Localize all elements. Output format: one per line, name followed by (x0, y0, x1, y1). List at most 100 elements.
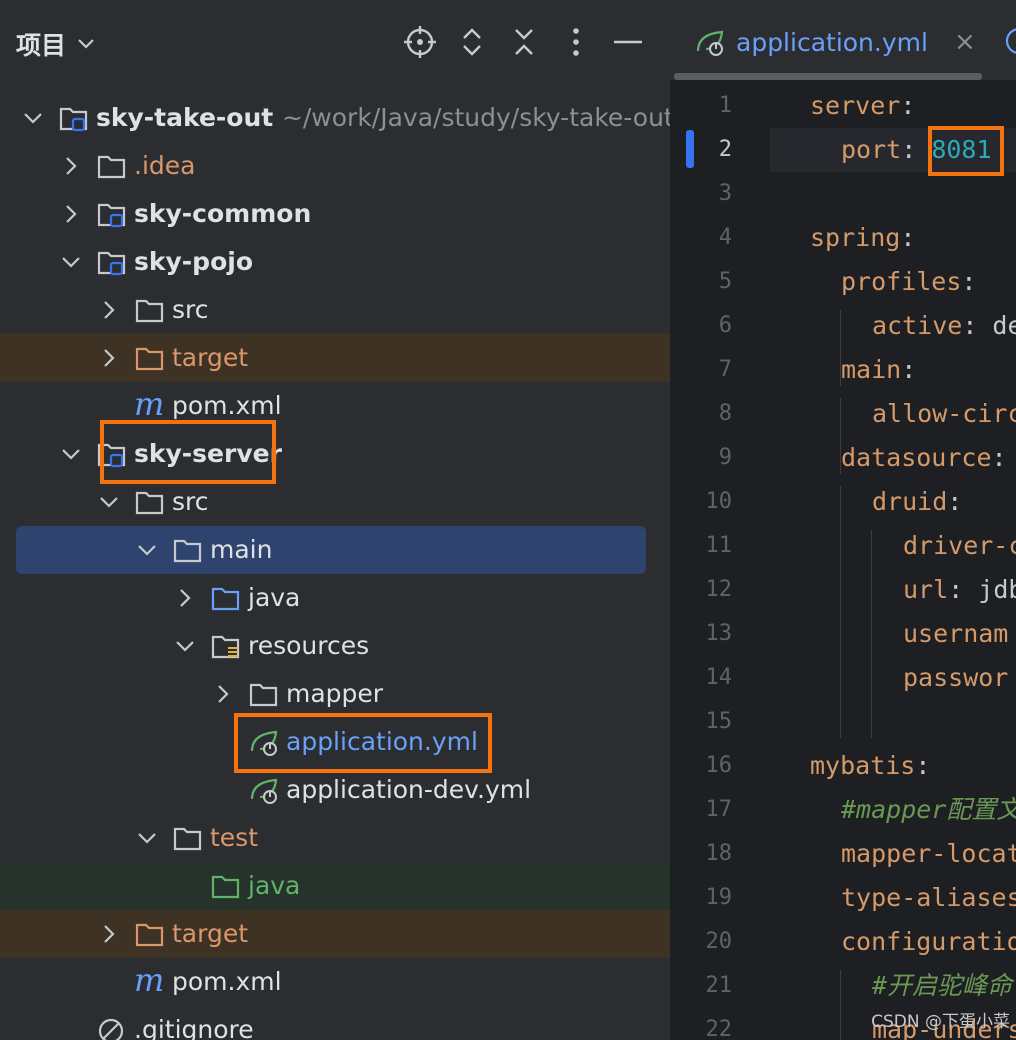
chevron-right-icon[interactable] (96, 920, 122, 948)
code-line[interactable]: spring: (810, 216, 915, 260)
chevron-down-icon[interactable] (20, 104, 46, 132)
chevron-down-icon[interactable] (58, 248, 84, 276)
tree-label: application-dev.yml (286, 775, 532, 804)
code-line[interactable]: url: jdb (903, 568, 1016, 612)
annotation-highlight-box (928, 126, 1004, 176)
chevron-down-icon[interactable] (58, 440, 84, 468)
code-line[interactable]: #mapper配置文 (841, 788, 1016, 832)
chevron-right-icon[interactable] (210, 680, 236, 708)
folder-icon (248, 679, 280, 709)
ignore-file-icon (96, 1015, 128, 1040)
editor-tab-bar: application.yml × (670, 0, 1016, 80)
code-line[interactable]: configuratio (841, 920, 1016, 964)
tree-row-pom-xml[interactable]: m pom.xml (0, 958, 670, 1006)
chevron-right-icon[interactable] (96, 296, 122, 324)
yaml-separator: : (900, 223, 916, 252)
tree-row-resources[interactable]: resources (0, 622, 670, 670)
code-line[interactable]: active: de (872, 304, 1016, 348)
tree-row-target[interactable]: target (0, 334, 670, 382)
tree-label: src (172, 487, 209, 516)
project-path-hint: ~/work/Java/study/sky-take-out (281, 103, 670, 132)
tree-row-java[interactable]: java (0, 574, 670, 622)
chevron-down-icon[interactable] (96, 488, 122, 516)
spring-config-icon (696, 30, 724, 56)
module-folder-icon (96, 199, 128, 229)
code-line[interactable]: passwor (903, 656, 1008, 700)
close-icon[interactable]: × (954, 27, 976, 57)
yaml-separator: : (915, 751, 931, 780)
tab-application-yml[interactable]: application.yml × (694, 22, 976, 62)
code-line[interactable]: profiles: (841, 260, 976, 304)
tree-row-application-dev-yml[interactable]: application-dev.yml (0, 766, 670, 814)
code-line[interactable]: allow-circ (872, 392, 1016, 436)
tree-label: pom.xml (172, 967, 282, 996)
next-tab-icon[interactable] (1004, 26, 1016, 56)
tree-label: java (248, 583, 301, 612)
code-line[interactable]: druid: (872, 480, 962, 524)
code-line[interactable]: server: (810, 84, 915, 128)
expand-collapse-icon[interactable] (454, 24, 490, 60)
tree-row-test-java[interactable]: java (0, 862, 670, 910)
code-line[interactable]: main: (841, 348, 916, 392)
chevron-right-icon[interactable] (96, 344, 122, 372)
project-panel-title: 项目 (16, 31, 67, 60)
maven-icon: m (134, 385, 165, 423)
yaml-value: jdb (978, 575, 1016, 604)
yaml-key: mapper-locat (841, 839, 1016, 868)
indent-guide (840, 310, 841, 386)
code-line[interactable]: type-aliases (841, 876, 1016, 920)
yaml-key: configuratio (841, 927, 1016, 956)
tree-row-sky-common[interactable]: sky-common (0, 190, 670, 238)
tree-label: test (210, 823, 259, 852)
yaml-key: active (872, 311, 963, 340)
code-line[interactable]: #开启驼峰命 (872, 964, 1012, 1008)
tree-row-mapper[interactable]: mapper (0, 670, 670, 718)
code-line[interactable]: datasource: (841, 436, 1007, 480)
tree-row-target[interactable]: target (0, 910, 670, 958)
code-line[interactable]: mybatis: (810, 744, 930, 788)
tree-row-idea[interactable]: .idea (0, 142, 670, 190)
annotation-highlight-box (234, 713, 492, 773)
minimize-icon[interactable] (610, 24, 646, 60)
spring-config-icon (248, 775, 280, 805)
yaml-key: profiles (841, 267, 962, 296)
yaml-separator: : (947, 487, 963, 516)
code-area[interactable]: server: port: 8081 spring: profiles: active:… (670, 84, 1016, 1040)
tree-row-sky-pojo[interactable]: sky-pojo (0, 238, 670, 286)
tree-row-src[interactable]: src (0, 478, 670, 526)
more-icon[interactable] (558, 24, 594, 60)
tree-row-test[interactable]: test (0, 814, 670, 862)
tree-row-src[interactable]: src (0, 286, 670, 334)
yaml-separator: : (962, 311, 993, 340)
tree-label: sky-take-out ~/work/Java/study/sky-take-… (96, 103, 670, 133)
yaml-key: url (903, 575, 949, 604)
chevron-right-icon[interactable] (172, 584, 198, 612)
annotation-highlight-box (100, 420, 276, 484)
tree-row-sky-take-out[interactable]: sky-take-out ~/work/Java/study/sky-take-… (0, 94, 670, 142)
yaml-separator: : (900, 91, 916, 120)
chevron-down-icon[interactable] (172, 632, 198, 660)
excluded-folder-icon (134, 919, 166, 949)
tree-row-gitignore[interactable]: .gitignore (0, 1006, 670, 1040)
watermark: CSDN @下蛋小菜 (871, 1012, 1010, 1032)
code-line[interactable]: usernam (903, 612, 1008, 656)
code-line[interactable]: driver-c (903, 524, 1016, 568)
folder-icon (134, 295, 166, 325)
tree-row-main[interactable]: main (16, 526, 646, 574)
locate-icon[interactable] (402, 24, 438, 60)
code-editor[interactable]: application.yml × 1 2 3 4 5 6 7 8 9 10 11 12 13 14 15 1… (670, 0, 1016, 1040)
tree-label: src (172, 295, 209, 324)
horizontal-scrollbar[interactable] (674, 73, 982, 80)
code-line[interactable]: mapper-locat (841, 832, 1016, 876)
source-folder-icon (210, 583, 242, 613)
yaml-key: spring (810, 223, 901, 252)
chevron-right-icon[interactable] (58, 200, 84, 228)
chevron-right-icon[interactable] (58, 152, 84, 180)
chevron-down-icon[interactable] (134, 536, 160, 564)
yaml-comment: #mapper配置文 (841, 795, 1016, 824)
collapse-all-icon[interactable] (506, 24, 542, 60)
project-view-selector[interactable]: 项目 (16, 26, 96, 62)
chevron-down-icon[interactable] (134, 824, 160, 852)
tree-label: java (248, 871, 301, 900)
yaml-key: allow-circ (872, 399, 1016, 428)
